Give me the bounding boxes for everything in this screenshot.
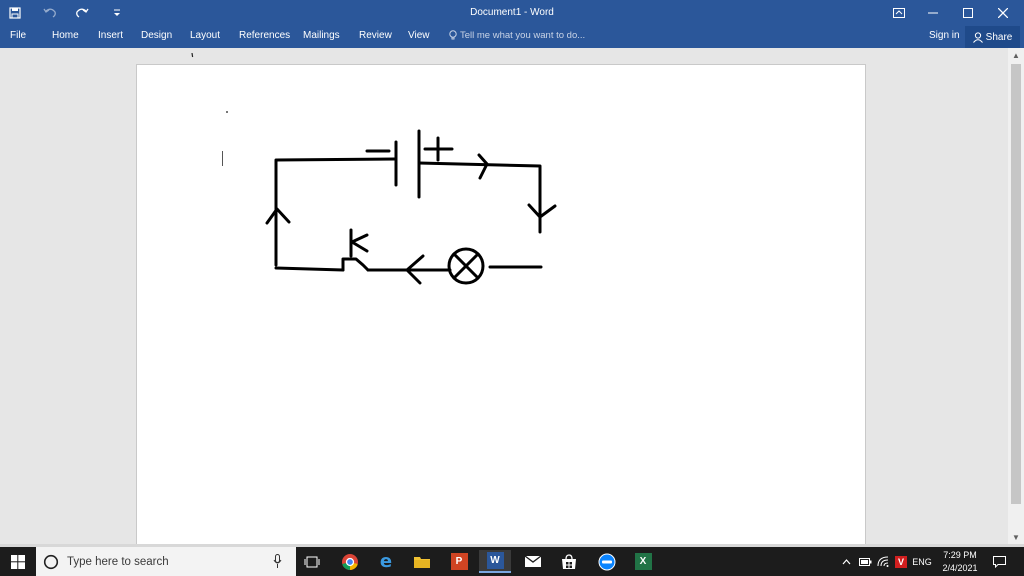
- word-icon[interactable]: W: [479, 550, 511, 573]
- edge-icon[interactable]: e: [370, 550, 402, 573]
- tab-file[interactable]: File: [10, 30, 26, 41]
- store-icon[interactable]: [553, 550, 585, 573]
- wire-top-left: [274, 157, 397, 267]
- stray-dot: [191, 53, 194, 58]
- zalo-icon[interactable]: [591, 550, 623, 573]
- search-placeholder: Type here to search: [67, 555, 169, 568]
- title-bar: Document1 - Word: [0, 0, 1024, 26]
- share-button[interactable]: Share: [965, 26, 1020, 48]
- file-explorer-icon[interactable]: [406, 550, 438, 573]
- close-icon[interactable]: [986, 0, 1020, 26]
- chrome-icon[interactable]: [334, 550, 366, 573]
- tab-layout[interactable]: Layout: [190, 30, 220, 41]
- minimize-icon[interactable]: [916, 0, 950, 26]
- tab-mailings[interactable]: Mailings: [303, 30, 340, 41]
- clock-time: 7:29 PM: [943, 550, 977, 560]
- mail-icon[interactable]: [517, 550, 549, 573]
- vertical-scrollbar[interactable]: ▲ ▼: [1008, 48, 1024, 544]
- windows-taskbar: Type here to search e P W X V ENG 7:29 P…: [0, 547, 1024, 576]
- wire-top-right: [417, 161, 542, 234]
- tell-me-placeholder: Tell me what you want to do...: [460, 30, 586, 41]
- tab-view[interactable]: View: [408, 30, 430, 41]
- lightbulb-icon: [449, 30, 457, 40]
- tab-insert[interactable]: Insert: [98, 30, 123, 41]
- document-page[interactable]: [136, 64, 866, 564]
- ribbon-tabs: File Home Insert Design Layout Reference…: [0, 26, 1024, 48]
- task-view-icon[interactable]: [296, 550, 328, 573]
- arrow-right: [527, 203, 557, 219]
- tab-references[interactable]: References: [239, 30, 290, 41]
- clock[interactable]: 7:29 PM 2/4/2021: [935, 549, 985, 575]
- window-title: Document1 - Word: [470, 7, 554, 18]
- powerpoint-icon[interactable]: P: [443, 550, 475, 573]
- cortana-circle-icon: [43, 554, 59, 569]
- arrow-top: [477, 153, 489, 180]
- person-icon: [972, 31, 983, 43]
- share-label: Share: [985, 31, 1013, 43]
- scroll-up-icon[interactable]: ▲: [1008, 48, 1024, 62]
- taskbar-search-box[interactable]: Type here to search: [36, 547, 296, 576]
- vietkey-icon[interactable]: V: [893, 547, 909, 576]
- scroll-thumb[interactable]: [1011, 64, 1021, 504]
- sign-in-link[interactable]: Sign in: [929, 30, 960, 41]
- notification-icon[interactable]: [990, 547, 1008, 576]
- tab-design[interactable]: Design: [141, 30, 172, 41]
- switch-arm: [350, 233, 369, 253]
- show-hidden-icons-icon[interactable]: [839, 547, 853, 576]
- arrow-left: [265, 207, 291, 225]
- maximize-icon[interactable]: [951, 0, 985, 26]
- clock-date: 2/4/2021: [942, 563, 978, 573]
- ribbon-display-options-icon[interactable]: [882, 0, 916, 26]
- scroll-down-icon[interactable]: ▼: [1008, 530, 1024, 544]
- language-indicator[interactable]: ENG: [911, 547, 933, 576]
- microphone-icon[interactable]: [273, 554, 282, 569]
- windows-start-icon[interactable]: [0, 547, 36, 576]
- wire-bottom-left: [274, 266, 345, 272]
- tab-review[interactable]: Review: [359, 30, 392, 41]
- circuit-diagram: [265, 129, 557, 285]
- battery-icon[interactable]: [857, 547, 873, 576]
- wifi-icon[interactable]: [875, 547, 891, 576]
- excel-icon[interactable]: X: [627, 550, 659, 573]
- tell-me-box[interactable]: Tell me what you want to do...: [449, 30, 585, 41]
- document-canvas[interactable]: [0, 48, 1008, 564]
- tab-home[interactable]: Home: [52, 30, 79, 41]
- switch: [341, 257, 370, 272]
